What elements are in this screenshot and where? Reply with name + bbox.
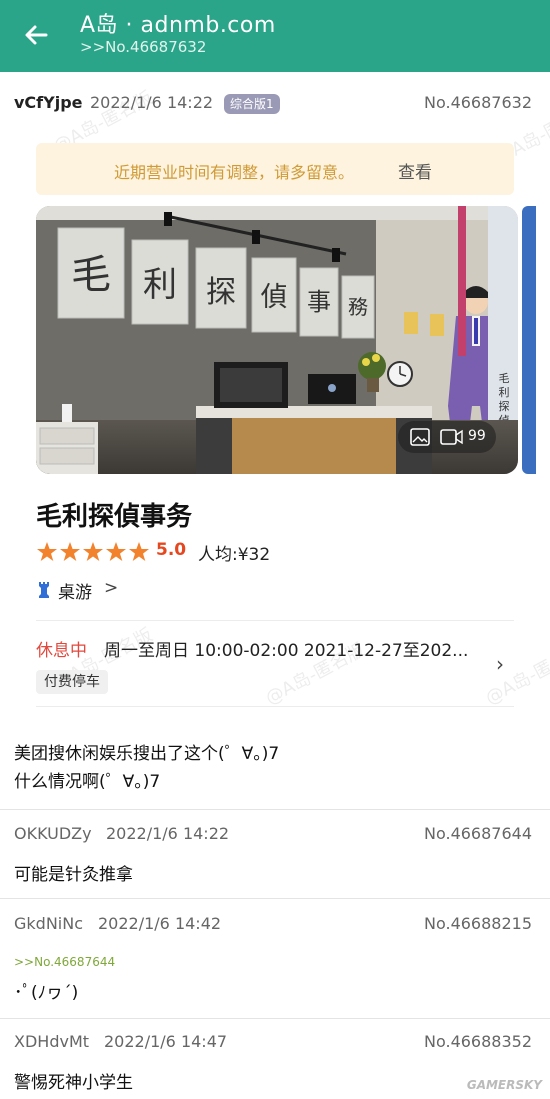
post-body: 美团搜休闲娱乐搜出了这个(゜∀。)7 什么情况啊(゜∀。)7 xyxy=(14,740,279,796)
notice-text: 近期营业时间有调整，请多留意。 xyxy=(114,163,355,182)
app-title: A岛 · adnmb.com xyxy=(80,13,276,38)
reply-author-id[interactable]: GkdNiNc xyxy=(14,914,83,933)
reply-time: 2022/1/6 14:22 xyxy=(106,824,230,843)
sign-char: 毛 xyxy=(71,252,111,298)
svg-text:探: 探 xyxy=(499,400,510,413)
shop-name[interactable]: 毛利探偵事务 xyxy=(36,496,192,533)
notice-view-link[interactable]: 查看 xyxy=(398,158,432,183)
svg-text:利: 利 xyxy=(499,386,510,399)
business-status: 休息中 xyxy=(36,641,87,661)
next-photo-peek[interactable] xyxy=(522,206,536,474)
reply-number[interactable]: No.46688352 xyxy=(424,1032,532,1051)
divider xyxy=(36,706,514,707)
chess-rook-icon xyxy=(39,582,49,598)
parking-tag: 付费停车 xyxy=(36,670,108,694)
rating-score: 5.0 xyxy=(156,540,187,560)
category-label[interactable]: 桌游 xyxy=(58,578,92,603)
app-bar: A岛 · adnmb.com >>No.46687632 xyxy=(0,0,550,72)
reply-quote-link[interactable]: >>No.46687644 xyxy=(14,955,115,969)
corner-watermark: GAMERSKY xyxy=(466,1078,542,1092)
chevron-right-icon[interactable]: > xyxy=(104,578,118,598)
sign-char: 偵 xyxy=(261,282,288,313)
reply-text: 警惕死神小学生 xyxy=(14,1073,133,1093)
reply-time: 2022/1/6 14:42 xyxy=(98,914,222,933)
divider xyxy=(0,1018,550,1019)
reply-author-id[interactable]: OKKUDZy xyxy=(14,824,92,843)
chevron-right-icon[interactable]: › xyxy=(496,652,504,676)
star-icon xyxy=(37,542,57,561)
post-author-id[interactable]: vCfYjpe xyxy=(14,93,83,112)
divider xyxy=(0,898,550,899)
business-hours[interactable]: 周一至周日 10:00-02:00 2021-12-27至202... xyxy=(104,636,468,661)
star-icon xyxy=(129,542,149,561)
post-number[interactable]: No.46687632 xyxy=(424,93,532,112)
sign-char: 務 xyxy=(348,295,368,319)
post-body-line: 什么情况啊(゜∀。)7 xyxy=(14,772,161,792)
star-icon xyxy=(60,542,80,561)
reply-time: 2022/1/6 14:47 xyxy=(104,1032,228,1051)
thread-ref: >>No.46687632 xyxy=(80,38,207,56)
back-arrow-icon[interactable] xyxy=(22,21,50,49)
watermark: @A岛-匿名版 xyxy=(482,639,550,710)
star-icon xyxy=(83,542,103,561)
reply-author-id[interactable]: XDHdvMt xyxy=(14,1032,89,1051)
video-icon xyxy=(440,429,463,445)
media-count-badge[interactable]: 99 xyxy=(398,421,496,453)
rating-stars xyxy=(37,542,149,561)
divider xyxy=(36,620,514,621)
reply-text: ･ﾟ(ﾉヮ´) xyxy=(14,983,79,1003)
reply-number[interactable]: No.46688215 xyxy=(424,914,532,933)
reply-text: 可能是针灸推拿 xyxy=(14,865,133,885)
sign-char: 事 xyxy=(307,288,331,316)
average-price: 人均:¥32 xyxy=(198,545,271,565)
sign-char: 探 xyxy=(206,275,236,310)
reply-number[interactable]: No.46687644 xyxy=(424,824,532,843)
board-badge[interactable]: 综合版1 xyxy=(224,94,280,114)
star-icon xyxy=(106,542,126,561)
post-header: vCfYjpe 2022/1/6 14:22 综合版1 No.46687632 xyxy=(0,88,550,118)
sign-char: 利 xyxy=(143,265,177,305)
media-count: 99 xyxy=(468,428,486,444)
svg-text:毛: 毛 xyxy=(499,372,510,385)
notice-banner: 近期营业时间有调整，请多留意。 查看 xyxy=(36,143,514,195)
post-body-line: 美团搜休闲娱乐搜出了这个(゜∀。)7 xyxy=(14,744,280,764)
image-icon xyxy=(410,428,430,446)
post-time: 2022/1/6 14:22 xyxy=(90,93,214,112)
divider xyxy=(0,809,550,810)
